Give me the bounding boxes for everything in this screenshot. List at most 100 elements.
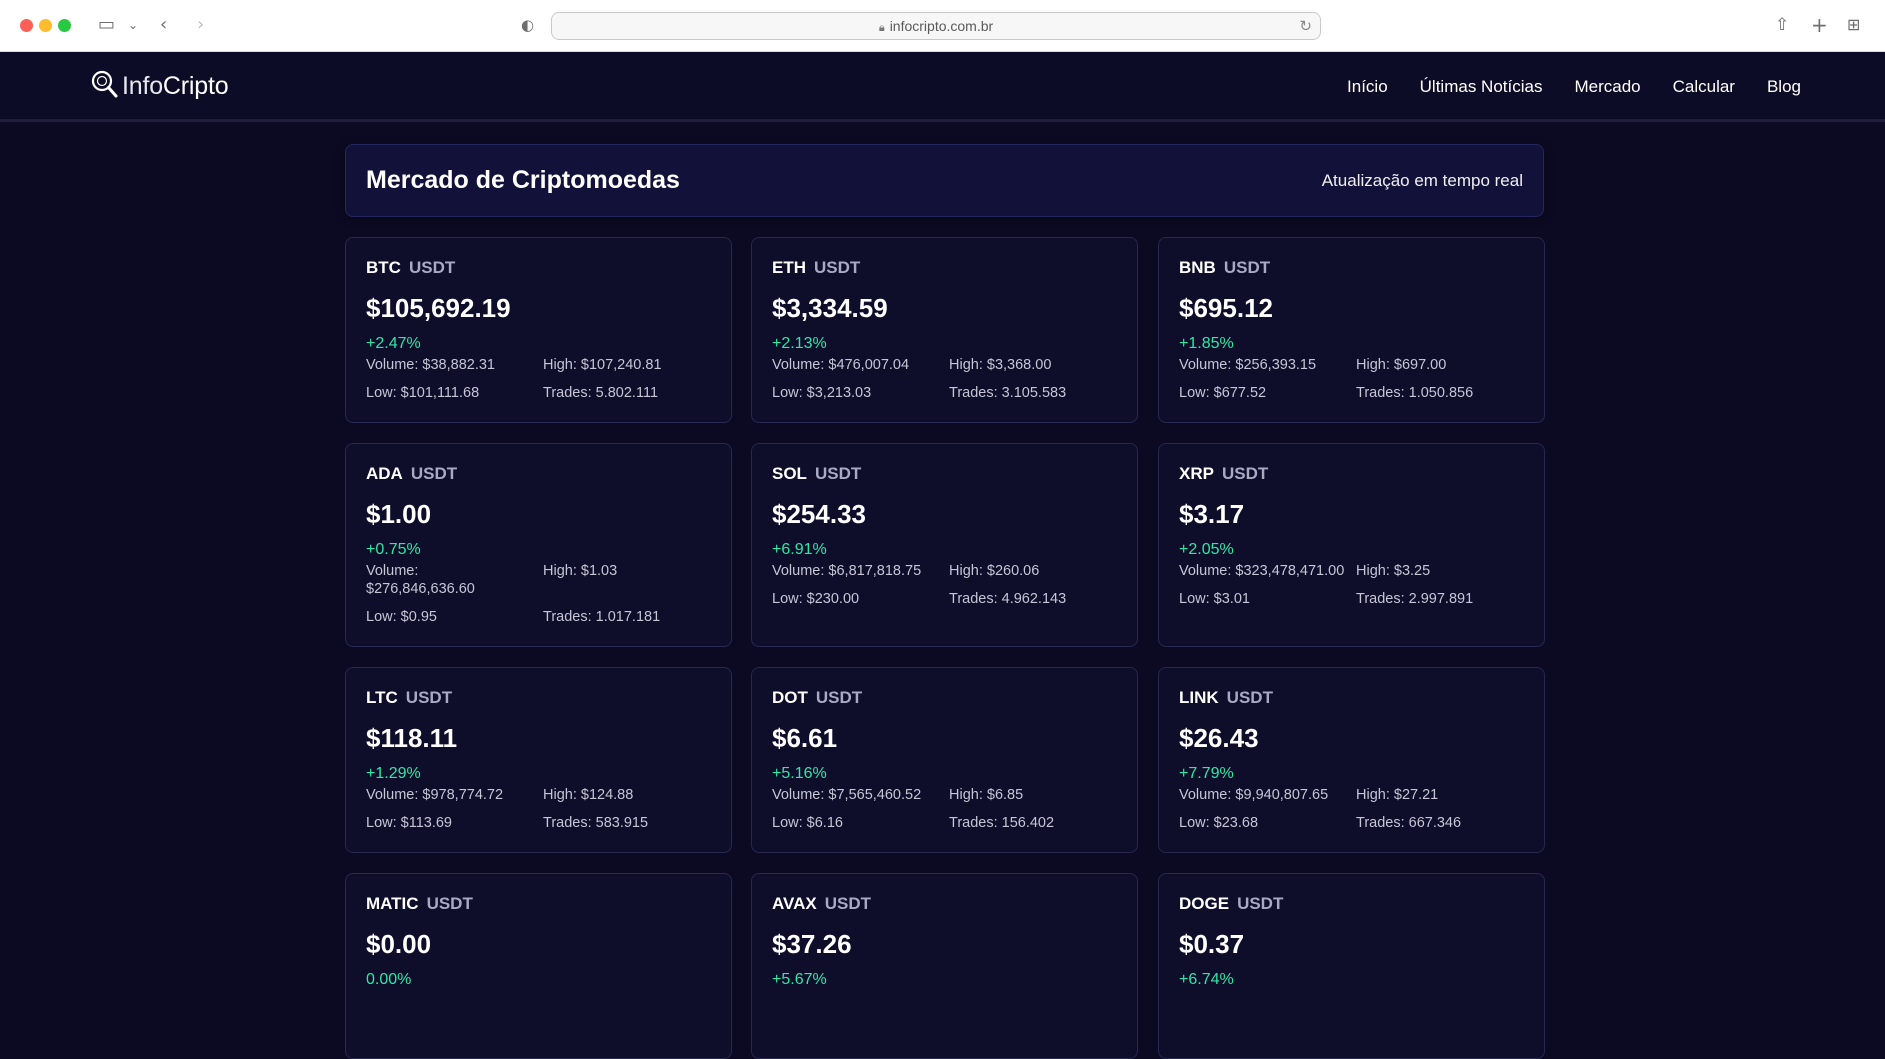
pair-label: ADA USDT (366, 464, 458, 483)
volume: Volume: $256,393.15 (1179, 357, 1317, 373)
crypto-card-btc[interactable]: BTC USDT $105,692.19 +2.47% Volume: $38,8… (345, 237, 732, 423)
price: $26.43 (1179, 723, 1259, 753)
nav-link-inicio[interactable]: Início (1347, 77, 1388, 97)
crypto-card-bnb[interactable]: BNB USDT $695.12 +1.85% Volume: $256,393.… (1158, 237, 1545, 423)
low: Low: $230.00 (772, 591, 860, 607)
new-tab-icon[interactable]: + (1811, 13, 1828, 37)
low: Low: $113.69 (366, 815, 452, 831)
low: Low: $0.95 (366, 609, 437, 625)
high: High: $27.21 (1356, 787, 1439, 803)
page-title: Mercado de Criptomoedas (366, 166, 680, 194)
volume: Volume: $9,940,807.65 (1179, 787, 1329, 803)
pair-label: ETH USDT (772, 258, 861, 277)
maximize-window-button[interactable] (58, 19, 71, 32)
nav-link-calcular[interactable]: Calcular (1673, 77, 1735, 97)
low: Low: $3.01 (1179, 591, 1250, 607)
price: $0.00 (366, 929, 432, 959)
forward-icon[interactable]: › (197, 13, 204, 37)
low: Low: $677.52 (1179, 385, 1267, 401)
nav-link-blog[interactable]: Blog (1767, 77, 1801, 97)
price-change: +2.47% (366, 335, 421, 352)
trades: Trades: 1.017.181 (543, 609, 661, 625)
realtime-status: Atualização em tempo real (1321, 171, 1523, 190)
price: $3,334.59 (772, 293, 888, 323)
trades: Trades: 5.802.111 (543, 385, 659, 401)
pair-label: BNB USDT (1179, 258, 1271, 277)
trades: Trades: 1.050.856 (1356, 385, 1474, 401)
low: Low: $23.68 (1179, 815, 1259, 831)
crypto-card-link[interactable]: LINK USDT $26.43 +7.79% Volume: $9,940,80… (1158, 667, 1545, 853)
high: High: $6.85 (949, 787, 1024, 803)
pair-label: DOT USDT (772, 688, 863, 707)
price: $254.33 (772, 499, 866, 529)
volume: Volume: $276,846,636.60 (366, 563, 475, 597)
trades: Trades: 156.402 (949, 815, 1055, 831)
price-change: +1.85% (1179, 335, 1234, 352)
high: High: $107,240.81 (543, 357, 662, 373)
tab-overview-icon[interactable]: ⊞ (1847, 13, 1860, 37)
sidebar-toggle-icon[interactable]: ▭ (98, 13, 115, 37)
trades: Trades: 4.962.143 (949, 591, 1067, 607)
crypto-card-ada[interactable]: ADA USDT $1.00 +0.75% Volume: $276,846,63… (345, 443, 732, 647)
close-window-button[interactable] (20, 19, 33, 32)
volume: Volume: $7,565,460.52 (772, 787, 922, 803)
high: High: $3.25 (1356, 563, 1431, 579)
volume: Volume: $978,774.72 (366, 787, 504, 803)
high: High: $260.06 (949, 563, 1040, 579)
price-change: +7.79% (1179, 765, 1234, 782)
high: High: $697.00 (1356, 357, 1447, 373)
nav-link-mercado[interactable]: Mercado (1574, 77, 1640, 97)
crypto-card-matic[interactable]: MATIC USDT $0.00 0.00% (345, 873, 732, 1059)
price: $37.26 (772, 929, 852, 959)
magnifier-logo-icon (91, 70, 118, 98)
back-icon[interactable]: ‹ (160, 13, 167, 37)
pair-label: BTC USDT (366, 258, 456, 277)
price: $1.00 (366, 499, 432, 529)
price: $3.17 (1179, 499, 1245, 529)
high: High: $3,368.00 (949, 357, 1052, 373)
pair-label: MATIC USDT (366, 894, 473, 913)
main-nav: Início Últimas Notícias Mercado Calcular… (1347, 52, 1801, 122)
crypto-card-ltc[interactable]: LTC USDT $118.11 +1.29% Volume: $978,774.… (345, 667, 732, 853)
price-change: +1.29% (366, 765, 421, 782)
url-text: infocripto.com.br (889, 18, 994, 34)
trades: Trades: 667.346 (1356, 815, 1462, 831)
price: $0.37 (1179, 929, 1245, 959)
site-logo[interactable]: InfoCripto (90, 66, 229, 106)
low: Low: $3,213.03 (772, 385, 872, 401)
share-icon[interactable]: ⇧ (1775, 13, 1789, 37)
pair-label: SOL USDT (772, 464, 862, 483)
price: $695.12 (1179, 293, 1273, 323)
crypto-card-dot[interactable]: DOT USDT $6.61 +5.16% Volume: $7,565,460.… (751, 667, 1138, 853)
crypto-card-eth[interactable]: ETH USDT $3,334.59 +2.13% Volume: $476,00… (751, 237, 1138, 423)
high: High: $1.03 (543, 563, 618, 579)
price: $118.11 (366, 723, 458, 753)
address-bar[interactable]: 🔒︎ infocripto.com.br ↻ (551, 12, 1321, 40)
low: Low: $101,111.68 (366, 385, 480, 401)
volume: Volume: $38,882.31 (366, 357, 495, 373)
price-change: +2.05% (1179, 541, 1234, 558)
low: Low: $6.16 (772, 815, 843, 831)
nav-link-ultimas-noticias[interactable]: Últimas Notícias (1420, 77, 1543, 97)
pair-label: XRP USDT (1179, 464, 1269, 483)
trades: Trades: 3.105.583 (949, 385, 1067, 401)
price: $105,692.19 (366, 293, 511, 323)
price: $6.61 (772, 723, 838, 753)
price-change: +5.16% (772, 765, 827, 782)
trades: Trades: 2.997.891 (1356, 591, 1474, 607)
pair-label: DOGE USDT (1179, 894, 1284, 913)
browser-toolbar: ▭ ⌄ ‹ › ◐ 🔒︎ infocripto.com.br ↻ ⇧ + ⊞ (0, 0, 1885, 52)
crypto-card-doge[interactable]: DOGE USDT $0.37 +6.74% (1158, 873, 1545, 1059)
minimize-window-button[interactable] (39, 19, 52, 32)
pair-label: LINK USDT (1179, 688, 1273, 707)
market-title-bar: Mercado de Criptomoedas Atualização em t… (345, 144, 1544, 217)
crypto-card-avax[interactable]: AVAX USDT $37.26 +5.67% (751, 873, 1138, 1059)
crypto-card-xrp[interactable]: XRP USDT $3.17 +2.05% Volume: $323,478,47… (1158, 443, 1545, 647)
privacy-shield-icon[interactable]: ◐ (521, 13, 534, 37)
chevron-down-icon[interactable]: ⌄ (128, 13, 138, 37)
lock-icon: 🔒︎ (878, 21, 885, 34)
price-change: +6.91% (772, 541, 827, 558)
crypto-card-sol[interactable]: SOL USDT $254.33 +6.91% Volume: $6,817,81… (751, 443, 1138, 647)
reload-icon[interactable]: ↻ (1299, 13, 1312, 39)
pair-label: LTC USDT (366, 688, 453, 707)
